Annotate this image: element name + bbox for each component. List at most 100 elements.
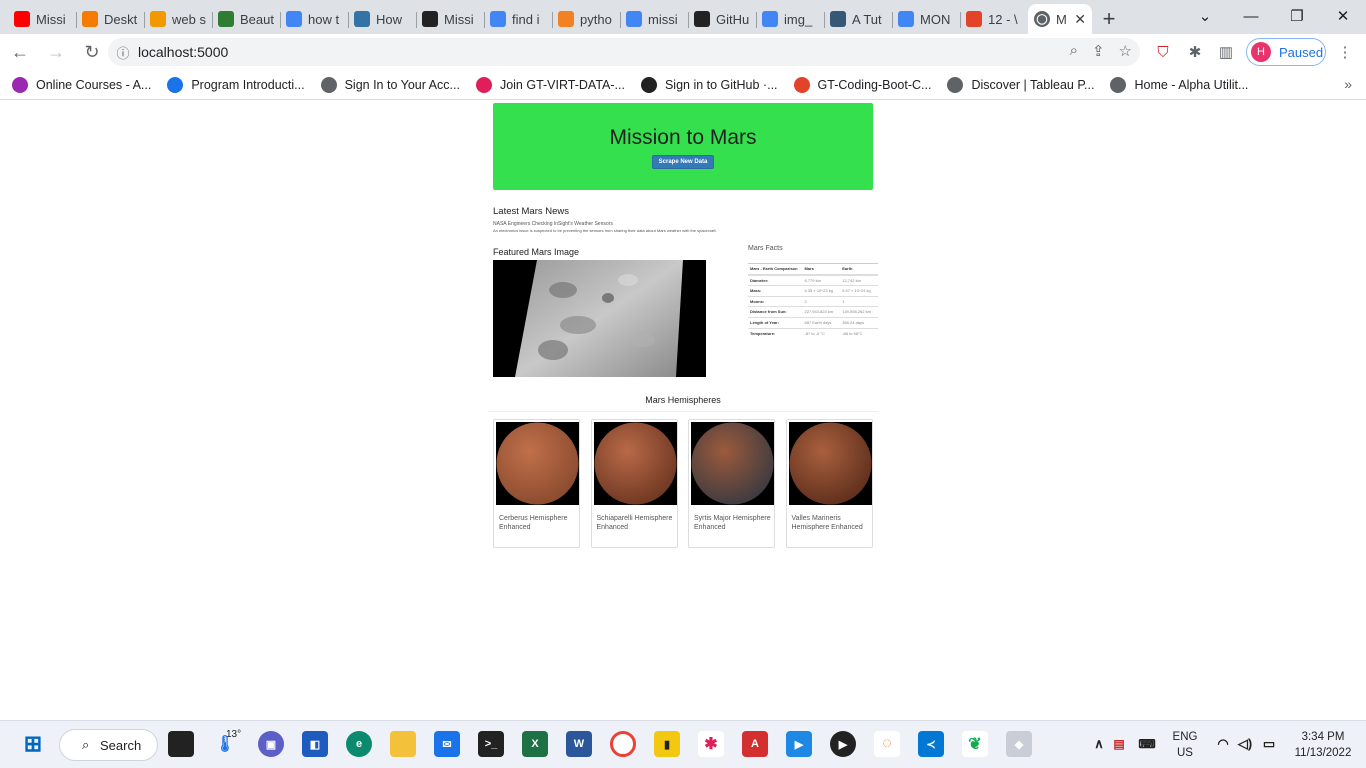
tab[interactable]: 12 - \ [960, 4, 1028, 34]
mongodb-icon[interactable]: ❦ [962, 731, 988, 757]
language-bottom[interactable]: US [1168, 747, 1202, 759]
slack-icon[interactable]: ✱ [698, 731, 724, 757]
bookmarks-bar: Online Courses - A... Program Introducti.… [0, 70, 1366, 100]
jumbotron: Mission to Mars Scrape New Data [493, 103, 873, 190]
profile-button[interactable]: H Paused [1246, 38, 1326, 66]
powerbi-icon[interactable]: ▮ [654, 731, 680, 757]
url-text: localhost:5000 [138, 44, 229, 60]
store-icon[interactable]: ◧ [302, 731, 328, 757]
tab[interactable]: A Tut [824, 4, 892, 34]
bookmark-label: Sign in to GitHub ·... [664, 77, 778, 92]
side-panel-icon[interactable]: ▥ [1213, 39, 1239, 65]
hemisphere-card[interactable]: Valles Marineris Hemisphere Enhanced [785, 419, 873, 548]
facts-cell: 149,598,262 km [840, 306, 878, 318]
site-info-icon[interactable]: ⓘ [108, 43, 138, 62]
tab[interactable]: pytho [552, 4, 620, 34]
zoom-icon[interactable]: ⌕ [1070, 42, 1078, 60]
scrape-button[interactable]: Scrape New Data [651, 155, 715, 169]
tab-search-icon[interactable]: ⌄ [1182, 0, 1228, 32]
tab[interactable]: web s [144, 4, 212, 34]
hemisphere-image[interactable] [593, 422, 677, 505]
clock-date[interactable]: 11/13/2022 [1286, 747, 1360, 759]
tab[interactable]: Beaut [212, 4, 280, 34]
terminal-icon[interactable]: >_ [478, 731, 504, 757]
hemisphere-image[interactable] [691, 422, 774, 505]
clock-time[interactable]: 3:34 PM [1286, 731, 1360, 743]
file-explorer-icon[interactable] [390, 731, 416, 757]
bookmark[interactable]: Sign In to Your Acc... [320, 76, 460, 93]
bookmark[interactable]: Program Introducti... [167, 76, 305, 93]
facts-cell: 365.24 days [840, 316, 878, 329]
bookmark[interactable]: Online Courses - A... [12, 76, 152, 93]
jupyter-icon[interactable]: ◌ [874, 731, 900, 757]
active-tab-label: M [1056, 11, 1067, 27]
tab-list: Missi Deskt web s Beaut how t How Missi find i p… [8, 4, 1028, 34]
tab[interactable]: Missi [8, 4, 76, 34]
bookmark[interactable]: GT-Coding-Boot-C... [793, 76, 931, 93]
task-view-icon[interactable] [168, 731, 194, 757]
share-icon[interactable]: ⇪ [1092, 42, 1105, 60]
tab[interactable]: how t [280, 4, 348, 34]
page-title: Mission to Mars [609, 126, 757, 149]
extensions-puzzle-icon[interactable]: ✱ [1182, 39, 1208, 65]
bookmark[interactable]: Home - Alpha Utilit... [1110, 76, 1248, 93]
bookmark[interactable]: Sign in to GitHub ·... [640, 76, 778, 93]
facts-cell: Earth [840, 262, 878, 276]
bookmark[interactable]: Join GT-VIRT-DATA-... [475, 76, 625, 93]
chrome-icon[interactable] [610, 731, 636, 757]
tab[interactable]: MON [892, 4, 960, 34]
globe-icon: ◯ [1034, 11, 1050, 27]
volume-icon[interactable]: ◁) [1232, 731, 1258, 757]
menu-icon[interactable]: ⋮ [1332, 39, 1358, 65]
hemisphere-card[interactable]: Syrtis Major Hemisphere Enhanced [688, 419, 775, 548]
new-tab-button[interactable]: + [1092, 4, 1126, 34]
more-bookmarks-icon[interactable]: » [1344, 76, 1352, 92]
battery-icon[interactable]: ▭ [1256, 731, 1282, 757]
featured-image [493, 260, 706, 377]
tab[interactable]: missi [620, 4, 688, 34]
bookmark[interactable]: Discover | Tableau P... [947, 76, 1094, 93]
tab[interactable]: img_ [756, 4, 824, 34]
reload-icon[interactable]: ↻ [76, 36, 108, 68]
windows-start-icon[interactable]: ⊞ [20, 731, 46, 757]
restore-icon[interactable]: ❐ [1274, 0, 1320, 32]
tray-app-icon[interactable]: ▤ [1106, 731, 1132, 757]
keyboard-icon[interactable]: ⌨ [1134, 731, 1160, 757]
language-top[interactable]: ENG [1168, 731, 1202, 743]
git-gui-icon[interactable]: ◆ [1006, 731, 1032, 757]
tab[interactable]: How [348, 4, 416, 34]
tab[interactable]: Deskt [76, 4, 144, 34]
facts-cell: Mass: [748, 285, 803, 297]
hemisphere-card[interactable]: Cerberus Hemisphere Enhanced [493, 419, 580, 548]
google-icon [286, 11, 302, 27]
bookmark-label: Online Courses - A... [36, 77, 152, 92]
address-bar[interactable]: ⓘ localhost:5000 ⌕ ⇪ ☆ [108, 38, 1140, 66]
media-player-icon[interactable]: ▶ [830, 731, 856, 757]
close-tab-icon[interactable]: ✕ [1074, 11, 1086, 28]
back-icon[interactable]: ← [4, 36, 36, 68]
minimize-icon[interactable]: — [1228, 0, 1274, 32]
facts-cell: Temperature: [748, 327, 803, 339]
extension-shield-icon[interactable]: ⛉ [1150, 39, 1176, 65]
mail-icon[interactable]: ✉ [434, 731, 460, 757]
vscode-icon[interactable]: ≺ [918, 731, 944, 757]
bookmark-star-icon[interactable]: ☆ [1119, 42, 1132, 60]
close-window-icon[interactable]: ✕ [1320, 0, 1366, 32]
excel-icon[interactable]: X [522, 731, 548, 757]
video-editor-icon[interactable]: ▶ [786, 731, 812, 757]
hemisphere-card[interactable]: Schiaparelli Hemisphere Enhanced [590, 419, 678, 548]
active-tab[interactable]: ◯ M ✕ [1028, 4, 1092, 34]
loader-icon [82, 11, 98, 27]
taskbar-search[interactable]: ⌕ Search [59, 729, 158, 761]
acrobat-icon[interactable]: A [742, 731, 768, 757]
hemisphere-image[interactable] [788, 422, 872, 505]
tab[interactable]: find i [484, 4, 552, 34]
edge-icon[interactable]: e [346, 731, 372, 757]
tab[interactable]: GitHu [688, 4, 756, 34]
tab[interactable]: Missi [416, 4, 484, 34]
word-icon[interactable]: W [566, 731, 592, 757]
hemisphere-image[interactable] [496, 422, 579, 505]
news-paragraph: An electronics issue is suspected to be … [493, 228, 717, 233]
chat-icon[interactable]: ▣ [258, 731, 284, 757]
forward-icon[interactable]: → [40, 36, 72, 68]
